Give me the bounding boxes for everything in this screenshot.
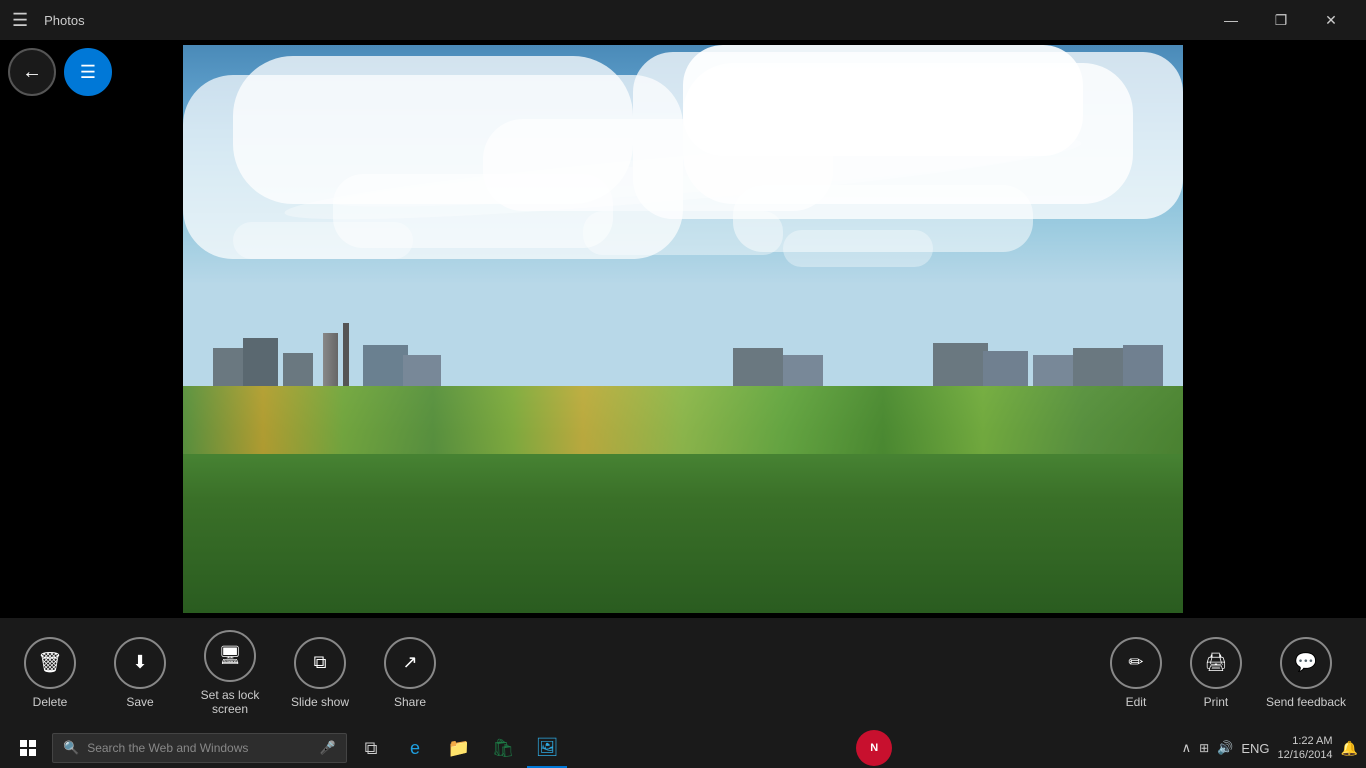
send-feedback-label: Send feedback — [1266, 695, 1346, 709]
notification-logo: N — [870, 742, 878, 754]
print-icon-circle: 🖨 — [1190, 637, 1242, 689]
maximize-button[interactable]: ❐ — [1258, 4, 1304, 36]
send-feedback-toolbar-item[interactable]: 💬 Send feedback — [1266, 637, 1346, 709]
search-input[interactable] — [87, 741, 307, 755]
save-label: Save — [126, 695, 153, 709]
toolbar-right: ✏ Edit 🖨 Print 💬 Send feedback — [1106, 637, 1346, 709]
title-bar-left: ☰ Photos — [12, 10, 85, 31]
feedback-icon: 💬 — [1295, 652, 1317, 673]
notification-badge: N — [856, 730, 892, 766]
share-toolbar-item[interactable]: ↗ Share — [380, 637, 440, 709]
clock-date: 12/16/2014 — [1278, 748, 1333, 762]
network-icon[interactable]: ⊞ — [1199, 741, 1209, 755]
save-toolbar-item[interactable]: ⬇ Save — [110, 637, 170, 709]
delete-label: Delete — [33, 695, 68, 709]
save-icon-circle: ⬇ — [114, 637, 166, 689]
save-icon: ⬇ — [132, 652, 147, 673]
chevron-up-icon[interactable]: ∧ — [1182, 740, 1192, 756]
hamburger-menu-icon[interactable]: ☰ — [12, 10, 28, 31]
edit-icon-circle: ✏ — [1110, 637, 1162, 689]
ground-layer — [183, 386, 1183, 613]
slideshow-toolbar-item[interactable]: ⧉ Slide show — [290, 637, 350, 709]
clock-time: 1:22 AM — [1278, 734, 1333, 748]
search-bar[interactable]: 🔍 🎤 — [52, 733, 347, 763]
microphone-icon[interactable]: 🎤 — [320, 740, 336, 756]
photos-app-icon: 🖼 — [536, 737, 559, 758]
lockscreen-icon: 🖥 — [219, 645, 242, 666]
back-icon: ← — [22, 61, 42, 84]
language-indicator[interactable]: ENG — [1241, 741, 1269, 756]
photos-app-button[interactable]: 🖼 — [527, 728, 567, 768]
taskbar-right: ∧ ⊞ 🔊 ENG 1:22 AM 12/16/2014 🔔 — [1182, 734, 1358, 763]
slideshow-icon: ⧉ — [314, 652, 327, 673]
print-label: Print — [1204, 695, 1229, 709]
photo-container: ← ☰ — [0, 40, 1366, 618]
start-button[interactable] — [8, 728, 48, 768]
title-bar: ☰ Photos — ❐ ✕ — [0, 0, 1366, 40]
task-view-icon: ⧉ — [365, 738, 378, 759]
file-explorer-icon: 📁 — [448, 738, 470, 759]
internet-explorer-button[interactable]: e — [395, 728, 435, 768]
bottom-toolbar: 🗑 Delete ⬇ Save 🖥 Set as lock screen ⧉ S… — [0, 618, 1366, 728]
taskbar: 🔍 🎤 ⧉ e 📁 🛍 🖼 N ∧ ⊞ 🔊 ENG 1:22 AM 12/16/… — [0, 728, 1366, 768]
set-lock-screen-toolbar-item[interactable]: 🖥 Set as lock screen — [200, 630, 260, 717]
file-explorer-button[interactable]: 📁 — [439, 728, 479, 768]
share-icon-circle: ↗ — [384, 637, 436, 689]
edit-toolbar-item[interactable]: ✏ Edit — [1106, 637, 1166, 709]
close-button[interactable]: ✕ — [1308, 4, 1354, 36]
set-lock-screen-label: Set as lock screen — [201, 688, 260, 717]
edit-icon: ✏ — [1128, 652, 1143, 673]
photo-scene — [183, 45, 1183, 613]
toolbar-left: 🗑 Delete ⬇ Save 🖥 Set as lock screen ⧉ S… — [20, 630, 440, 717]
print-icon: 🖨 — [1205, 652, 1228, 673]
delete-icon-circle: 🗑 — [24, 637, 76, 689]
slideshow-label: Slide show — [291, 695, 349, 709]
edit-label: Edit — [1126, 695, 1147, 709]
print-toolbar-item[interactable]: 🖨 Print — [1186, 637, 1246, 709]
store-icon: 🛍 — [492, 738, 515, 759]
menu-icon: ☰ — [80, 62, 96, 83]
feedback-icon-circle: 💬 — [1280, 637, 1332, 689]
delete-icon: 🗑 — [37, 650, 62, 675]
notifications-bell-icon[interactable]: 🔔 — [1341, 740, 1358, 757]
lockscreen-icon-circle: 🖥 — [204, 630, 256, 682]
clock[interactable]: 1:22 AM 12/16/2014 — [1278, 734, 1333, 763]
title-bar-controls: — ❐ ✕ — [1208, 4, 1354, 36]
volume-icon[interactable]: 🔊 — [1217, 740, 1233, 756]
share-icon: ↗ — [402, 652, 417, 673]
notification-area-icon[interactable]: N — [853, 728, 895, 768]
store-button[interactable]: 🛍 — [483, 728, 523, 768]
task-view-button[interactable]: ⧉ — [351, 728, 391, 768]
minimize-button[interactable]: — — [1208, 4, 1254, 36]
slideshow-icon-circle: ⧉ — [294, 637, 346, 689]
search-icon: 🔍 — [63, 740, 79, 756]
app-title: Photos — [44, 13, 84, 28]
windows-logo-icon — [20, 740, 36, 756]
menu-button[interactable]: ☰ — [64, 48, 112, 96]
top-controls: ← ☰ — [8, 48, 112, 96]
back-button[interactable]: ← — [8, 48, 56, 96]
photo-display — [183, 45, 1183, 613]
internet-explorer-icon: e — [410, 738, 420, 759]
delete-toolbar-item[interactable]: 🗑 Delete — [20, 637, 80, 709]
share-label: Share — [394, 695, 426, 709]
